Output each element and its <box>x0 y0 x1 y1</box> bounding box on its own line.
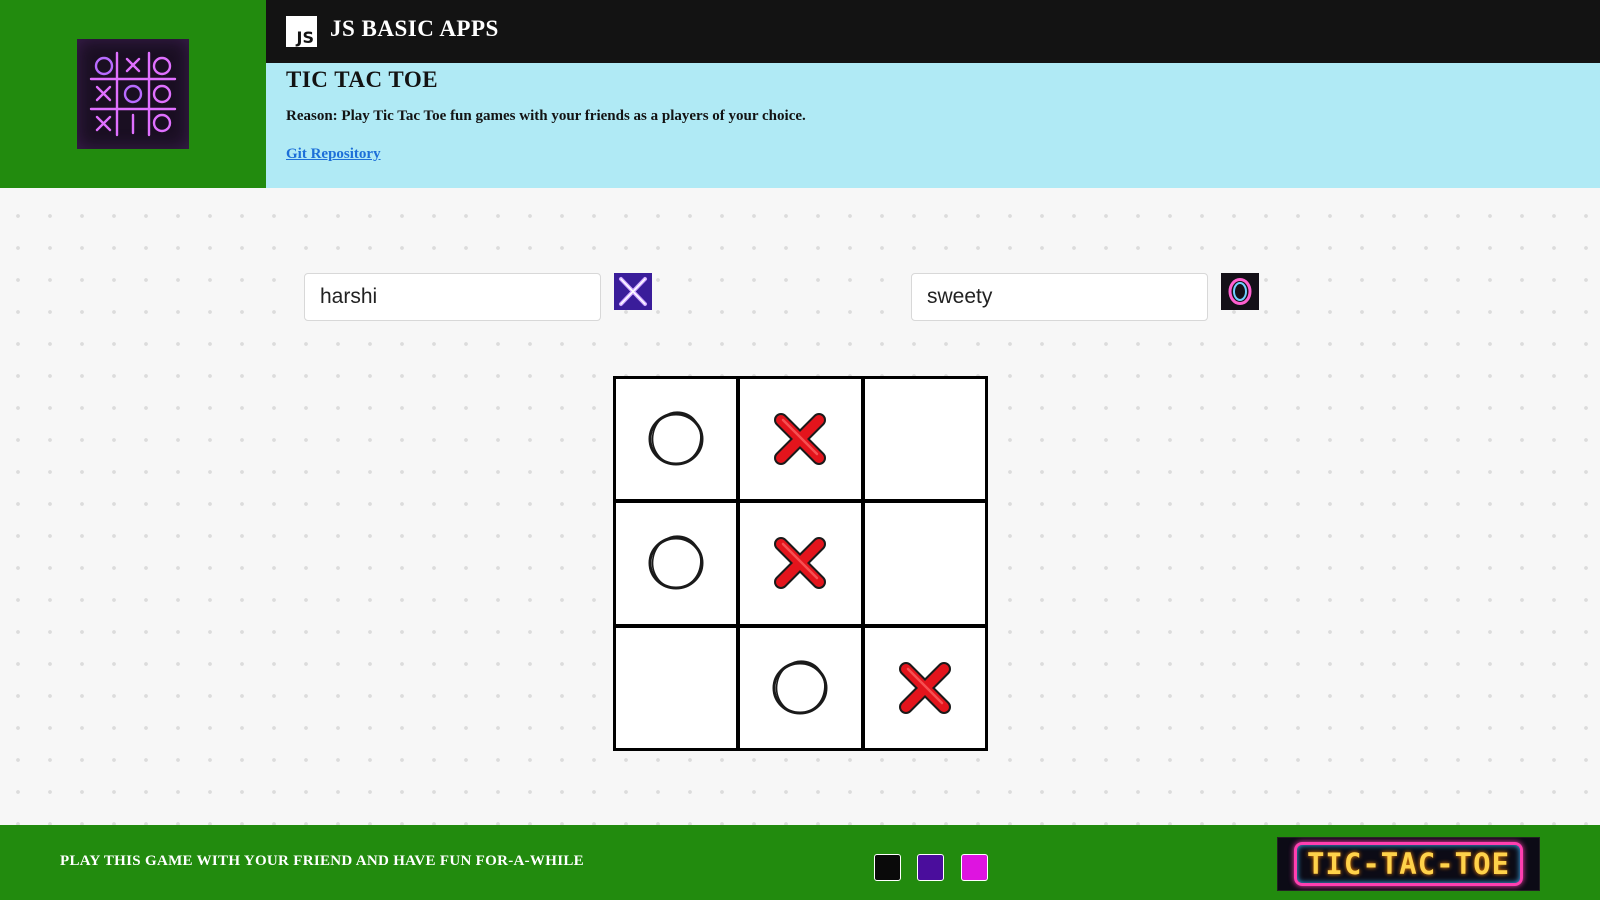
app-title: JS BASIC APPS <box>330 16 499 41</box>
o-mark-icon <box>648 535 704 590</box>
board-cell-3[interactable] <box>864 379 985 500</box>
tic-tac-toe-logo-icon <box>77 39 189 149</box>
board-cell-2[interactable] <box>740 379 861 500</box>
player2-name-input[interactable] <box>911 273 1208 321</box>
board-cell-7[interactable] <box>616 627 737 748</box>
player1-name-input[interactable] <box>304 273 601 321</box>
magenta-theme-swatch[interactable] <box>961 854 988 881</box>
top-bar: JS JS BASIC APPS <box>266 0 1600 63</box>
git-repository-link[interactable]: Git Repository <box>286 146 381 163</box>
board-cell-9[interactable] <box>864 627 985 748</box>
o-mark-icon <box>648 411 704 466</box>
reason-text: Reason: Play Tic Tac Toe fun games with … <box>286 108 806 124</box>
tic-tac-toe-banner: TIC-TAC-TOE <box>1277 837 1540 891</box>
game-board <box>613 376 988 751</box>
x-mark-icon <box>774 537 827 590</box>
board-cell-1[interactable] <box>616 379 737 500</box>
info-panel: TIC TAC TOE Reason: Play Tic Tac Toe fun… <box>266 63 1600 188</box>
o-mark-icon <box>772 660 828 715</box>
x-mark-icon <box>898 661 951 714</box>
board-cell-5[interactable] <box>740 503 861 624</box>
board-cell-8[interactable] <box>740 627 861 748</box>
x-mark-icon <box>774 413 827 466</box>
js-logo-icon: JS <box>286 16 317 47</box>
neon-x-icon[interactable] <box>614 273 652 310</box>
footer: PLAY THIS GAME WITH YOUR FRIEND AND HAVE… <box>0 825 1600 900</box>
board-cell-4[interactable] <box>616 503 737 624</box>
black-theme-swatch[interactable] <box>874 854 901 881</box>
purple-theme-swatch[interactable] <box>917 854 944 881</box>
neon-o-icon[interactable] <box>1221 273 1259 310</box>
page-title: TIC TAC TOE <box>286 67 439 92</box>
banner-text: TIC-TAC-TOE <box>1293 842 1524 886</box>
logo-panel <box>0 0 266 188</box>
board-cell-6[interactable] <box>864 503 985 624</box>
footer-text: PLAY THIS GAME WITH YOUR FRIEND AND HAVE… <box>60 853 584 869</box>
